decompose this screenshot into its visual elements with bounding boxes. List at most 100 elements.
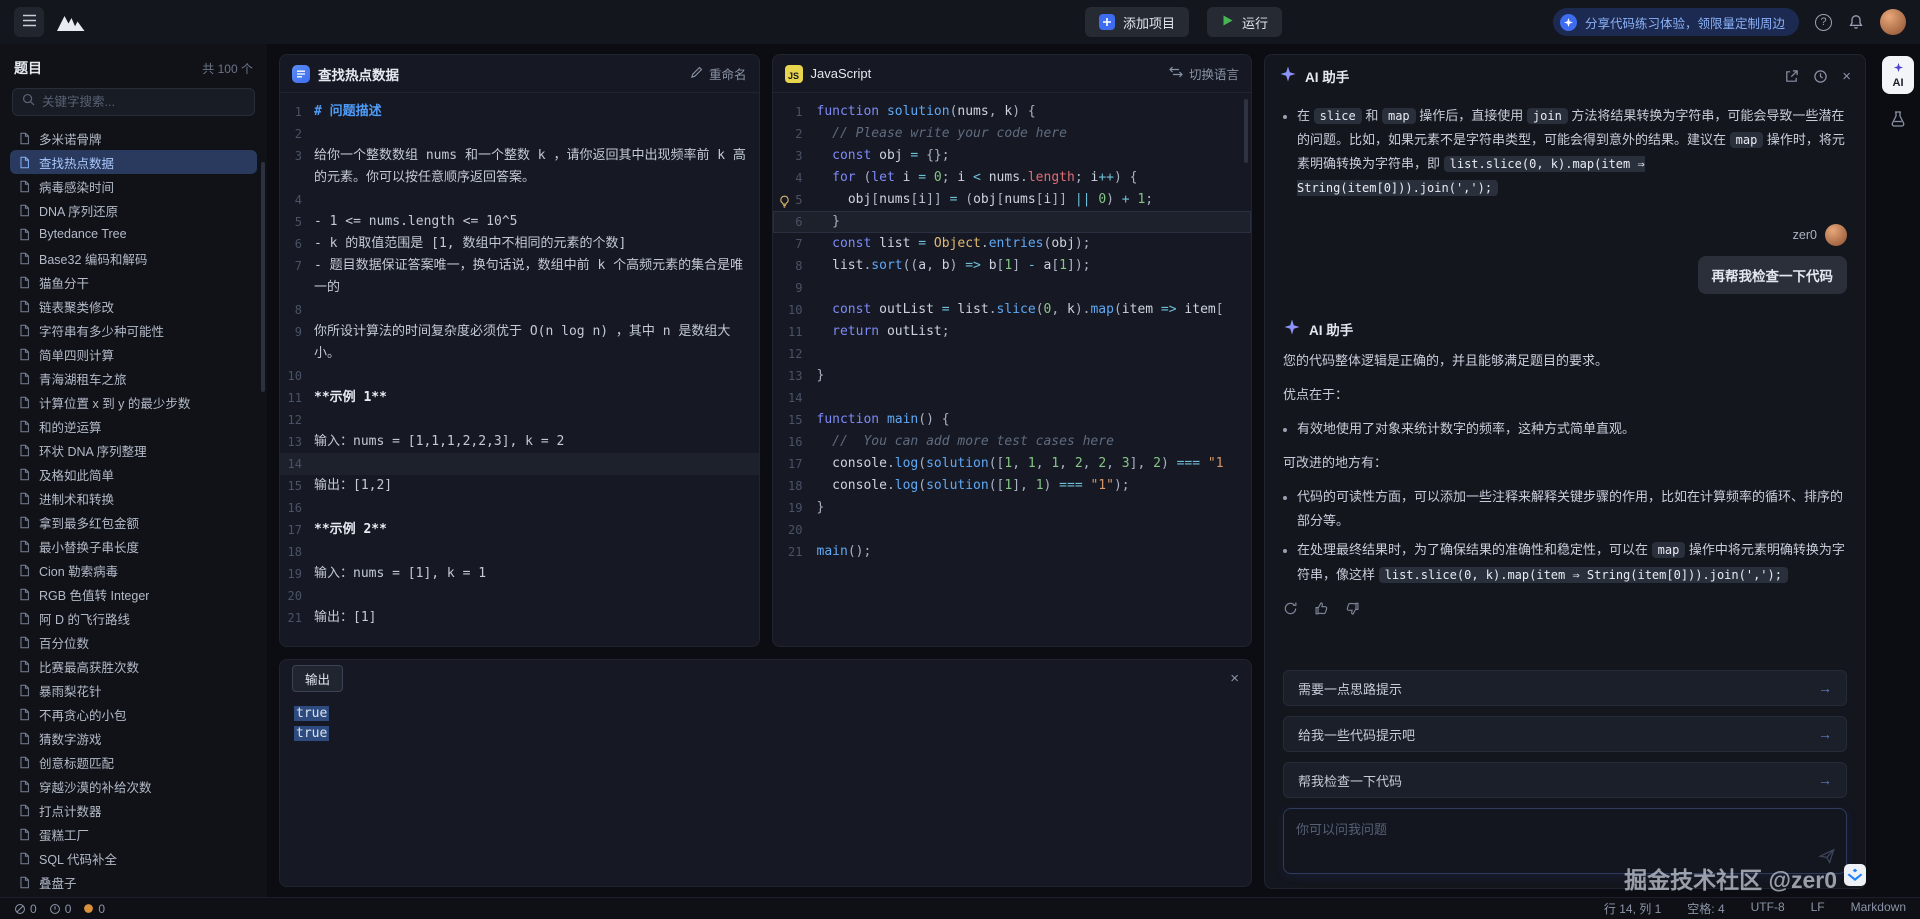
code-editor[interactable]: 1function solution(nums, k) {2 // Please… [773, 93, 1252, 646]
suggestion-card[interactable]: 帮我检查一下代码→ [1283, 762, 1847, 798]
sidebar-item[interactable]: 猜数字游戏 [10, 726, 257, 750]
regenerate-icon[interactable] [1283, 601, 1298, 616]
close-output-icon[interactable]: × [1230, 671, 1239, 686]
sidebar-item[interactable]: 和的逆运算 [10, 414, 257, 438]
code-text: } [817, 211, 1252, 233]
sidebar-item[interactable]: 穿越沙漠的补给次数 [10, 774, 257, 798]
sidebar-item[interactable]: 百分位数 [10, 630, 257, 654]
send-icon[interactable] [1818, 847, 1836, 865]
suggestion-card[interactable]: 给我一些代码提示吧→ [1283, 716, 1847, 752]
suggestion-card[interactable]: 需要一点思路提示→ [1283, 670, 1847, 706]
sidebar-item[interactable]: 最小替换子串长度 [10, 534, 257, 558]
switch-language-button[interactable]: 切换语言 [1169, 64, 1239, 83]
encoding-indicator[interactable]: UTF-8 [1751, 900, 1785, 917]
run-label: 运行 [1242, 13, 1268, 32]
sidebar-item[interactable]: 阿 D 的飞行路线 [10, 606, 257, 630]
assistant-header: AI 助手 [1283, 318, 1847, 339]
sidebar-item[interactable]: 查找热点数据 [10, 150, 257, 174]
sidebar-item[interactable]: 简单四则计算 [10, 342, 257, 366]
sidebar-item[interactable]: 暴雨梨花针 [10, 678, 257, 702]
run-button[interactable]: 运行 [1207, 7, 1282, 37]
notices-value: 0 [98, 902, 105, 916]
sidebar-item[interactable]: Cion 勒索病毒 [10, 558, 257, 582]
ai-toggle-button[interactable]: AI [1882, 56, 1914, 94]
sidebar-item-label: 病毒感染时间 [39, 177, 114, 196]
code-line: 5 obj[nums[i]] = (obj[nums[i]] || 0) + 1… [773, 189, 1252, 211]
ai-bullet-item: 在 slice 和 map 操作后，直接使用 join 方法将结果转换为字符串，… [1283, 104, 1847, 200]
line-number: 20 [280, 585, 314, 607]
thumbs-down-icon[interactable] [1345, 601, 1360, 616]
sidebar-item[interactable]: 环状 DNA 序列整理 [10, 438, 257, 462]
sidebar-item[interactable]: 进制术和转换 [10, 486, 257, 510]
sidebar-item-label: 猫鱼分干 [39, 273, 89, 292]
problem-editor[interactable]: 1# 问题描述23给你一个整数数组 nums 和一个整数 k ，请你返回其中出现… [280, 93, 759, 646]
eol-indicator[interactable]: LF [1811, 900, 1825, 917]
language-tab[interactable]: JavaScript [811, 66, 872, 81]
sidebar-item[interactable]: 创意标题匹配 [10, 750, 257, 774]
bell-icon[interactable] [1848, 14, 1864, 30]
export-icon[interactable] [1784, 69, 1799, 84]
line-number: 10 [280, 365, 314, 387]
sidebar-item[interactable]: 比赛最高获胜次数 [10, 654, 257, 678]
sidebar-item[interactable]: 拿到最多红包金额 [10, 510, 257, 534]
thumbs-up-icon[interactable] [1314, 601, 1329, 616]
line-number: 6 [795, 215, 802, 229]
editor-scrollbar[interactable] [1244, 99, 1248, 163]
sidebar-item[interactable]: DNA 序列还原 [10, 198, 257, 222]
line-number: 15 [280, 475, 314, 497]
search-input[interactable] [42, 95, 245, 109]
rename-button[interactable]: 重命名 [690, 64, 747, 83]
code-text: console.log(solution([1, 1, 1, 2, 2, 3],… [817, 453, 1252, 475]
bullet-dot [1283, 115, 1287, 119]
sidebar-item[interactable]: 字符串有多少种可能性 [10, 318, 257, 342]
suggestion-label: 需要一点思路提示 [1298, 679, 1402, 698]
code-line: 1function solution(nums, k) { [773, 101, 1252, 123]
document-icon [18, 396, 31, 409]
language-mode[interactable]: Markdown [1851, 900, 1906, 917]
sidebar-item[interactable]: 病毒感染时间 [10, 174, 257, 198]
sidebar-item[interactable]: 及格如此简单 [10, 462, 257, 486]
sidebar-scrollbar[interactable] [261, 162, 265, 392]
ai-input[interactable] [1284, 809, 1846, 873]
warnings-counter[interactable]: 0 [49, 902, 72, 916]
problem-doc-icon [292, 65, 310, 83]
indent-setting[interactable]: 空格: 4 [1687, 900, 1724, 917]
sidebar-item[interactable]: 多米诺骨牌 [10, 126, 257, 150]
sidebar-item-label: 暴雨梨花针 [39, 681, 102, 700]
sidebar-item-label: 阿 D 的飞行路线 [39, 609, 130, 628]
practice-tool-icon[interactable] [1889, 110, 1907, 128]
sidebar-item[interactable]: 链表聚类修改 [10, 294, 257, 318]
problem-line-text: 输出：[1,2] [314, 475, 747, 497]
sidebar-item[interactable]: 叠盘子 [10, 870, 257, 893]
arrow-icon: → [1818, 772, 1832, 788]
sidebar-item[interactable]: 计算位置 x 到 y 的最少步数 [10, 390, 257, 414]
ai-panel-title: AI 助手 [1305, 66, 1349, 86]
app-logo[interactable] [56, 13, 86, 32]
history-icon[interactable] [1813, 69, 1828, 84]
line-number: 14 [788, 391, 802, 405]
user-avatar[interactable] [1880, 9, 1906, 35]
notices-counter[interactable]: 0 [83, 902, 105, 916]
code-text: console.log(solution([1], 1) === "1"); [817, 475, 1252, 497]
promo-badge[interactable]: 分享代码练习体验，领限量定制周边 [1553, 8, 1799, 36]
menu-button[interactable] [14, 7, 44, 37]
sidebar-item[interactable]: 打点计数器 [10, 798, 257, 822]
inline-code: join [1527, 108, 1568, 124]
ai-bottom: 需要一点思路提示→给我一些代码提示吧→帮我检查一下代码→ [1265, 660, 1865, 888]
output-tab[interactable]: 输出 [292, 665, 343, 692]
sidebar-item[interactable]: SQL 代码补全 [10, 846, 257, 870]
close-ai-icon[interactable]: × [1842, 68, 1851, 85]
cursor-position[interactable]: 行 14, 列 1 [1604, 900, 1661, 917]
sidebar-item[interactable]: 猫鱼分干 [10, 270, 257, 294]
sidebar-item[interactable]: Base32 编码和解码 [10, 246, 257, 270]
sidebar-item[interactable]: 青海湖租车之旅 [10, 366, 257, 390]
errors-counter[interactable]: 0 [14, 902, 37, 916]
problem-line: 13输入：nums = [1,1,1,2,2,3], k = 2 [280, 431, 759, 453]
sidebar-item[interactable]: Bytedance Tree [10, 222, 257, 246]
sidebar-item[interactable]: 蛋糕工厂 [10, 822, 257, 846]
sidebar-item[interactable]: RGB 色值转 Integer [10, 582, 257, 606]
sidebar-item-label: Base32 编码和解码 [39, 249, 147, 268]
add-project-button[interactable]: 添加项目 [1085, 7, 1189, 37]
help-icon[interactable] [1815, 14, 1832, 31]
sidebar-item[interactable]: 不再贪心的小包 [10, 702, 257, 726]
